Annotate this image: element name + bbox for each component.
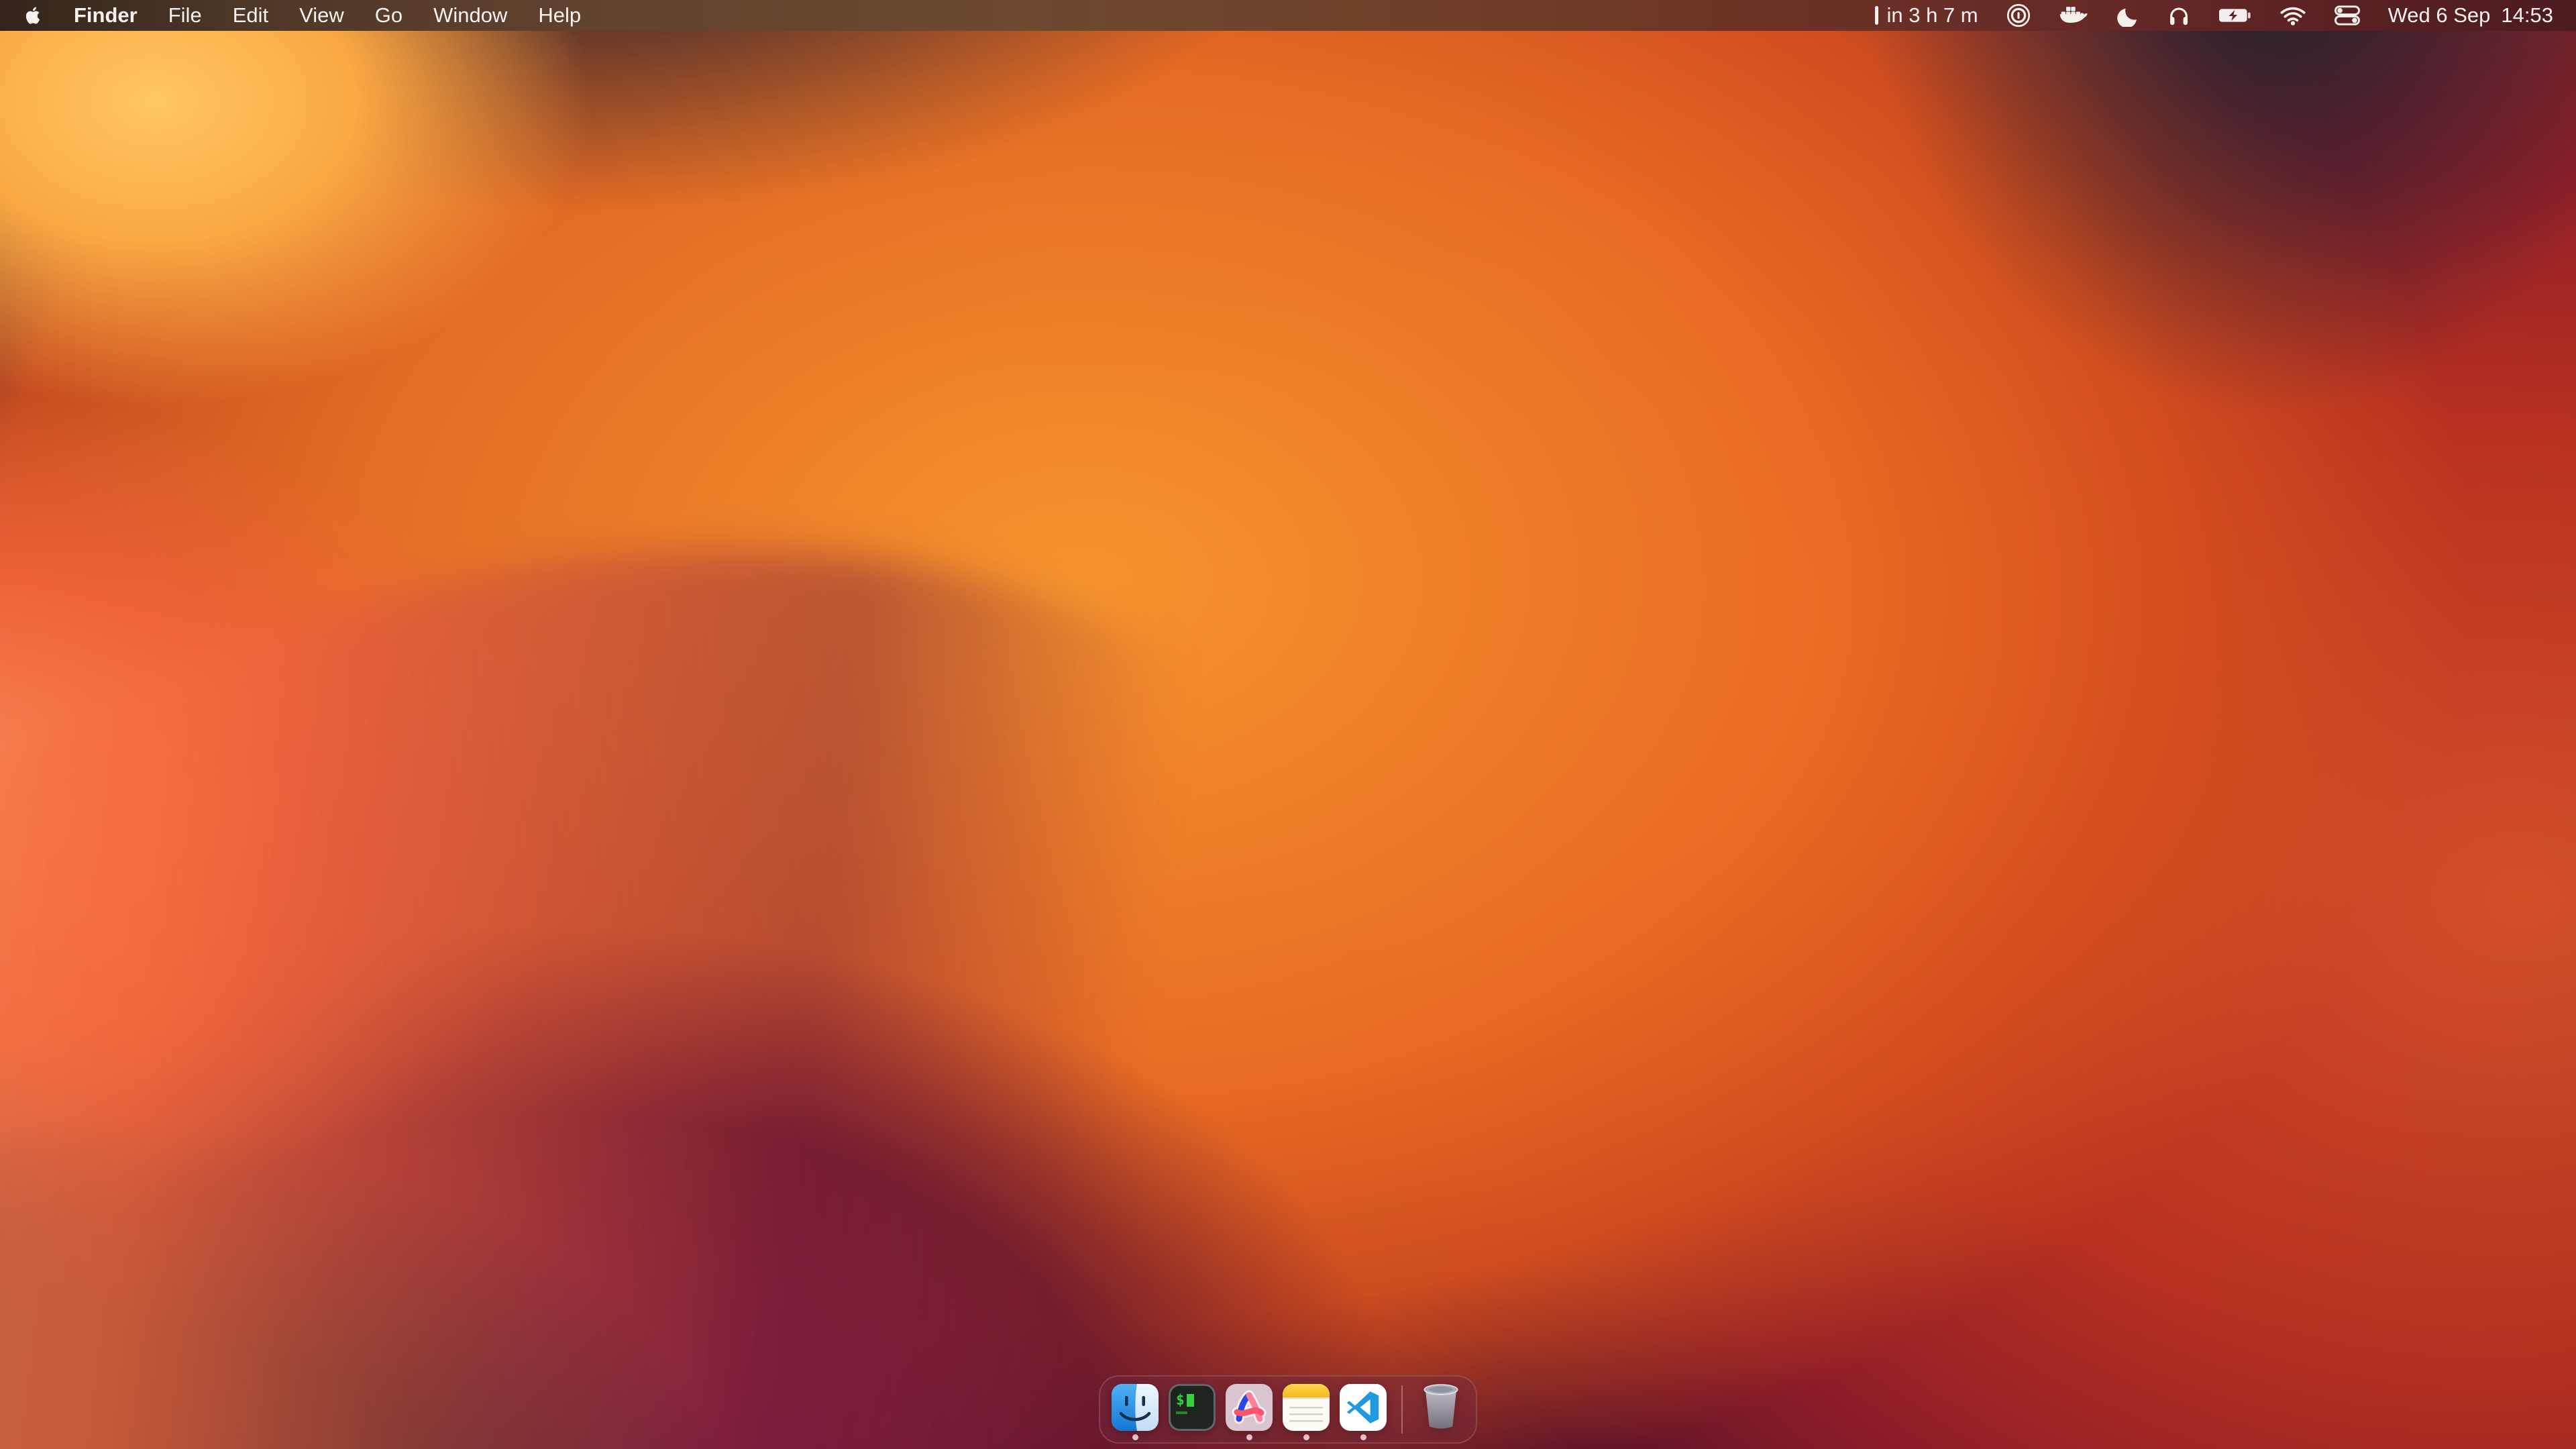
dock-item-trash[interactable] [1417,1377,1465,1442]
status-timer[interactable]: in 3 h 7 m [1875,3,1978,28]
running-indicator [1246,1434,1252,1440]
wifi-icon[interactable] [2279,5,2306,25]
desktop: Finder File Edit View Go Window Help in … [0,0,2576,1449]
menu-help[interactable]: Help [538,3,581,28]
wallpaper [0,0,2576,1449]
timer-bar-icon [1875,6,1878,25]
menu-bar-clock[interactable]: Wed 6 Sep 14:53 [2388,3,2553,28]
menu-go[interactable]: Go [375,3,402,28]
svg-text:$: $ [1176,1392,1185,1408]
menu-window[interactable]: Window [433,3,507,28]
dock-item-arc[interactable] [1225,1377,1273,1442]
headphones-icon[interactable] [2167,4,2191,27]
clock-date: Wed 6 Sep [2388,3,2491,28]
menu-bar: Finder File Edit View Go Window Help in … [0,0,2576,31]
docker-icon[interactable] [2059,4,2088,27]
dock-item-finder[interactable] [1111,1377,1159,1442]
running-indicator [1303,1434,1309,1440]
apple-logo-icon [23,4,43,27]
menu-bar-left: Finder File Edit View Go Window Help [23,3,581,28]
menu-file[interactable]: File [168,3,202,28]
focus-moon-icon[interactable] [2116,5,2139,27]
control-center-icon[interactable] [2334,5,2360,25]
menu-bar-status: in 3 h 7 m [1875,3,2553,28]
menu-view[interactable]: View [299,3,344,28]
wallpaper-petal [0,321,1628,1449]
1password-icon[interactable] [2006,3,2031,28]
dock-separator [1401,1385,1403,1434]
running-indicator [1132,1434,1138,1440]
dock: $ [1099,1375,1477,1444]
dock-item-vscode[interactable] [1339,1377,1387,1442]
dock-item-notes[interactable] [1282,1377,1330,1442]
menu-app-name[interactable]: Finder [74,3,138,28]
menu-edit[interactable]: Edit [233,3,268,28]
running-indicator [1360,1434,1366,1440]
apple-menu[interactable] [23,4,43,27]
clock-time: 14:53 [2501,3,2553,28]
dock-item-terminal[interactable]: $ [1168,1377,1216,1442]
timer-text: in 3 h 7 m [1886,3,1978,28]
battery-charging-icon[interactable] [2219,7,2251,23]
